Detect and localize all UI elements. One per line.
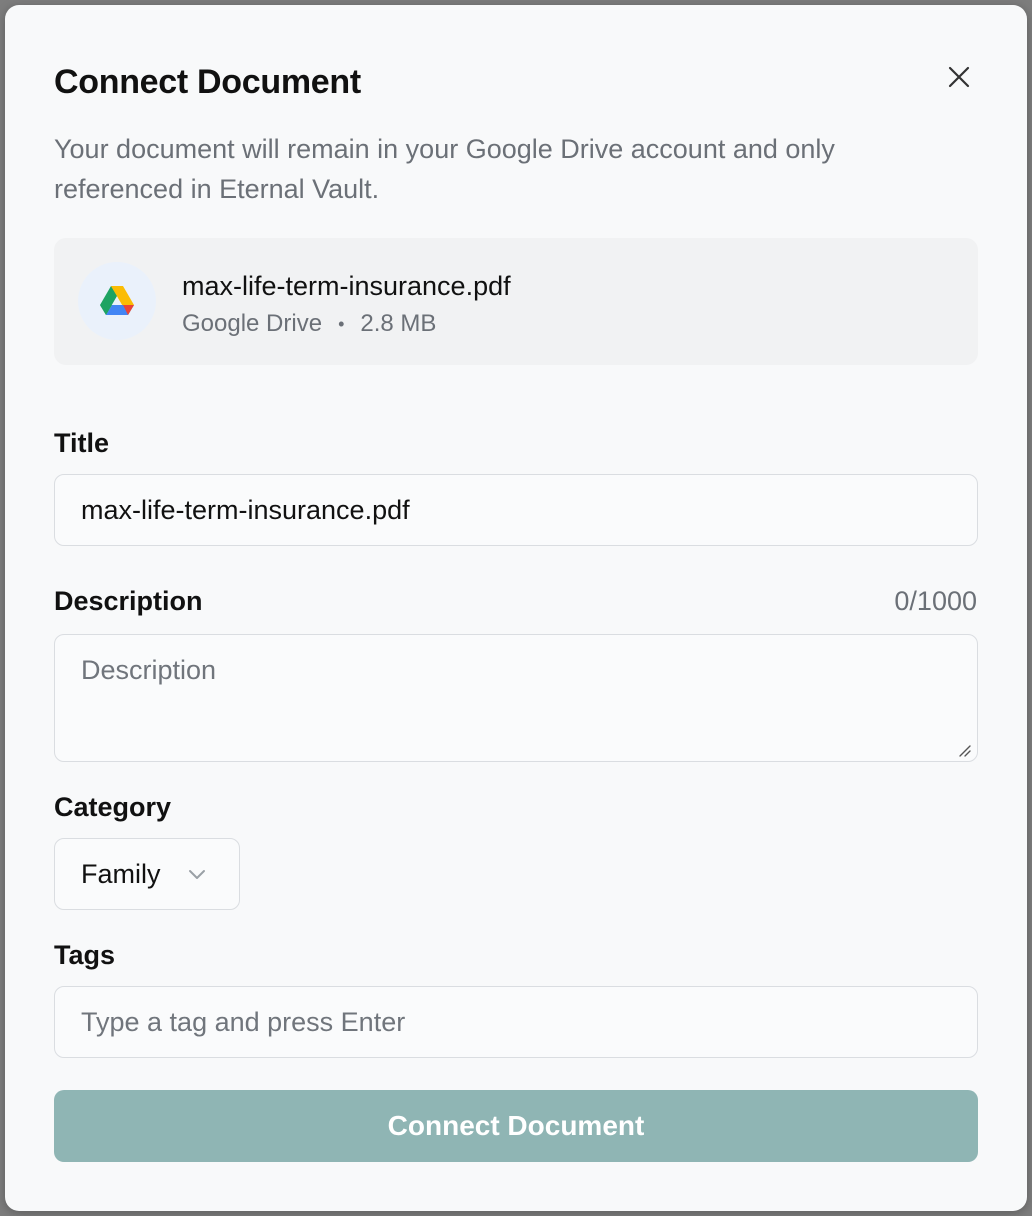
description-char-counter: 0/1000 <box>894 586 977 616</box>
file-meta: Google Drive • 2.8 MB <box>182 310 436 338</box>
chevron-down-icon <box>189 870 205 879</box>
dialog-title: Connect Document <box>54 63 361 101</box>
title-label: Title <box>54 428 110 458</box>
meta-separator: • <box>338 313 345 334</box>
category-label: Category <box>54 792 172 822</box>
file-name: max-life-term-insurance.pdf <box>182 271 511 301</box>
close-icon <box>948 66 970 88</box>
connect-document-button[interactable]: Connect Document <box>54 1090 978 1162</box>
file-size: 2.8 MB <box>360 310 437 337</box>
title-input[interactable] <box>54 474 978 546</box>
category-selected-value: Family <box>81 858 161 889</box>
connect-document-dialog: Connect Document Your document will rema… <box>5 5 1027 1211</box>
category-select[interactable]: Family <box>54 838 240 910</box>
tags-label: Tags <box>54 940 116 970</box>
file-card: max-life-term-insurance.pdf Google Drive… <box>54 238 978 365</box>
tags-input[interactable] <box>54 986 978 1058</box>
description-textarea[interactable] <box>54 634 978 762</box>
google-drive-icon <box>78 262 156 340</box>
close-button[interactable] <box>939 57 979 97</box>
file-source: Google Drive <box>182 310 323 337</box>
description-label: Description <box>54 586 203 616</box>
resize-grip-icon[interactable] <box>957 743 971 757</box>
dialog-subtitle: Your document will remain in your Google… <box>54 134 835 204</box>
